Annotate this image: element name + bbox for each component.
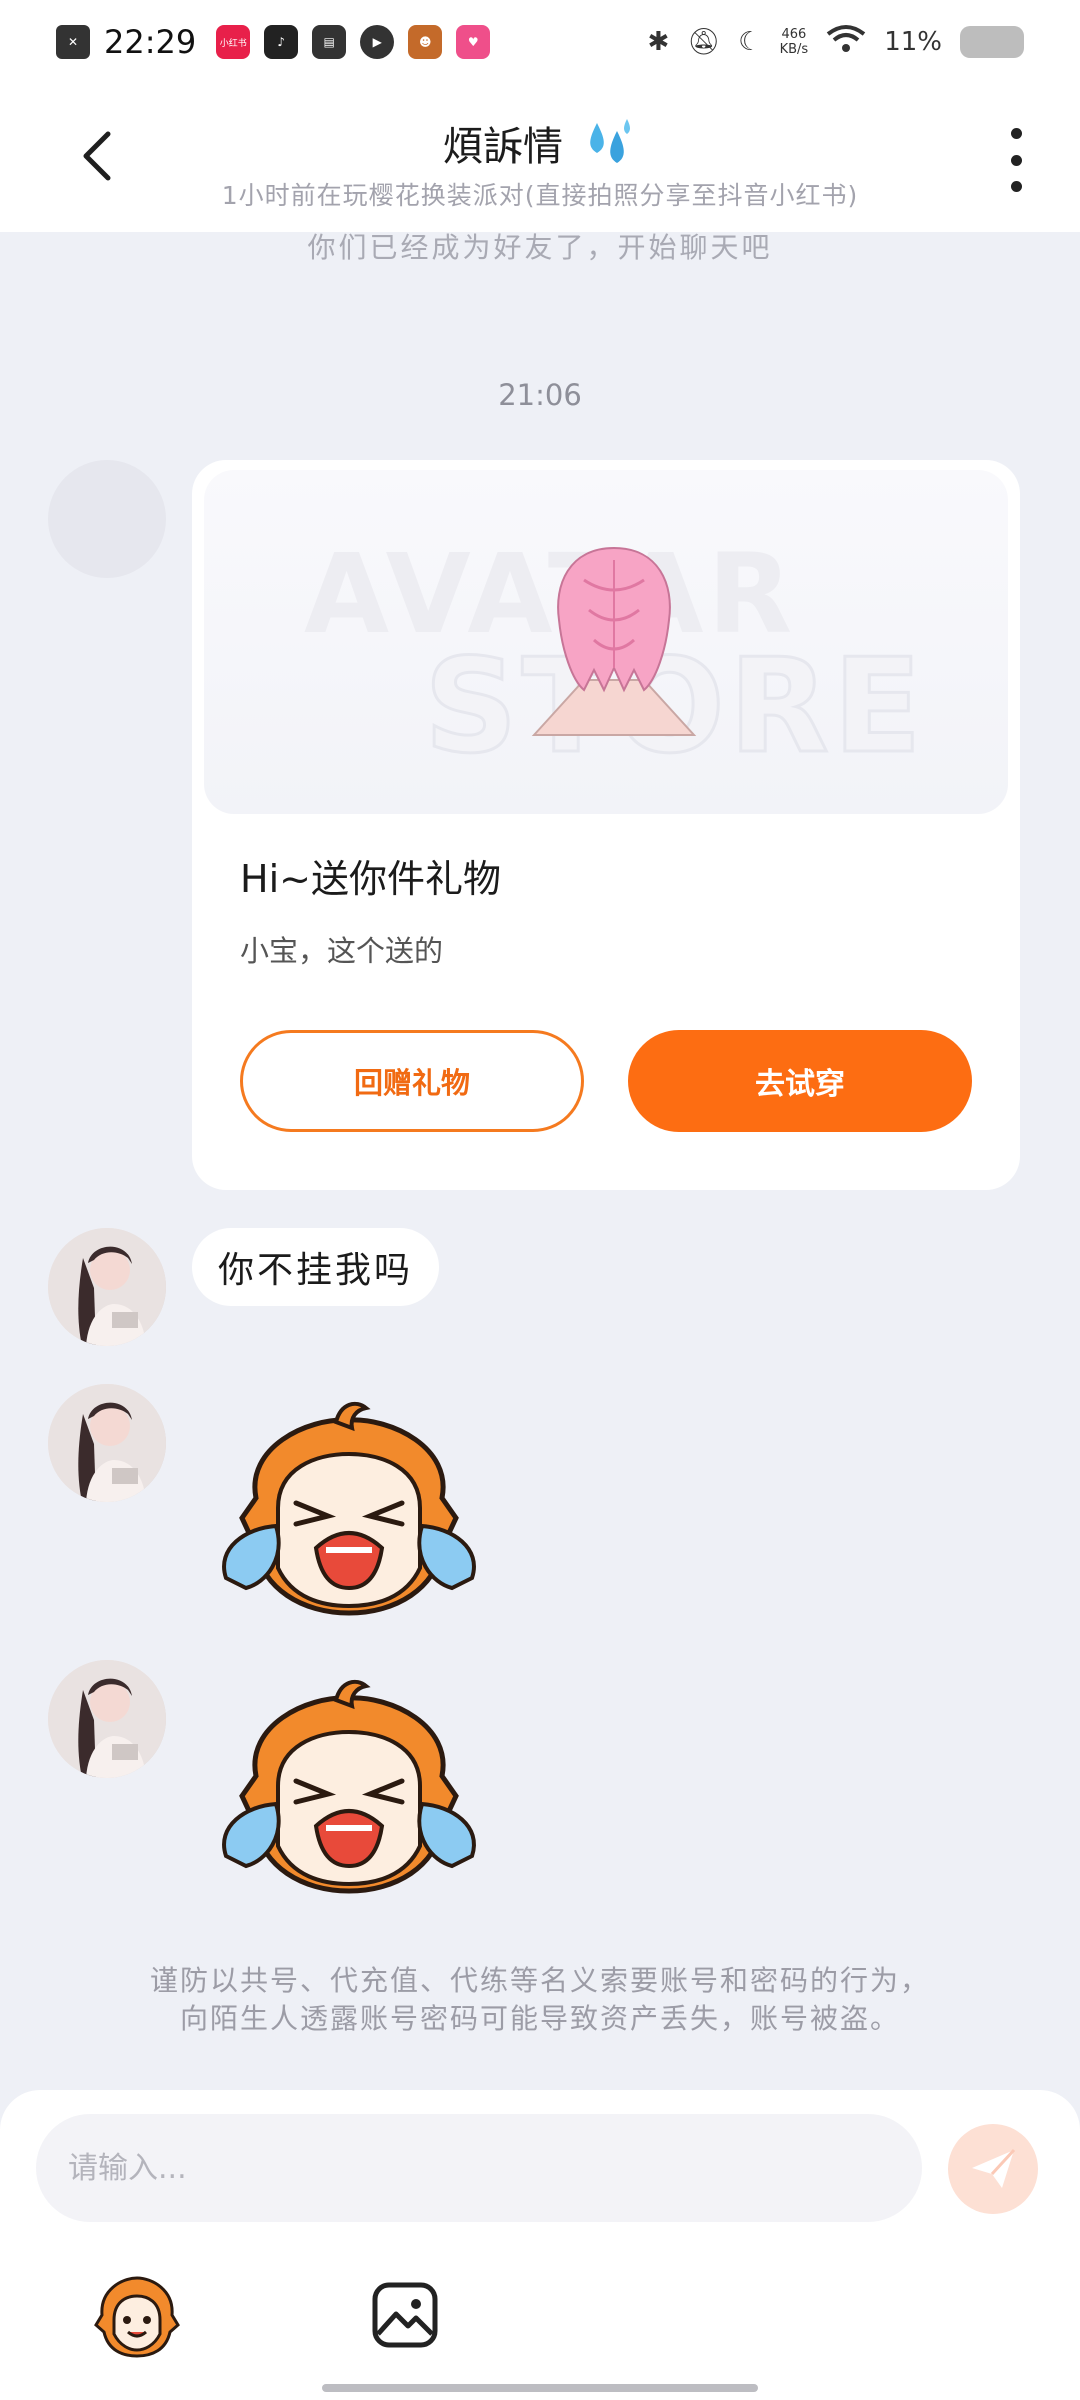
- security-notice: 谨防以共号、代充值、代练等名义索要账号和密码的行为， 向陌生人透露账号密码可能导…: [0, 1962, 1080, 2038]
- header-title-area: 煩訴情 1小时前在玩樱花换装派对(直接拍照分享至抖音小红书): [150, 114, 930, 212]
- crying-mascot-sticker[interactable]: [216, 1676, 482, 1916]
- message-timestamp: 21:06: [498, 378, 582, 412]
- message-input-bar: [0, 2090, 1080, 2400]
- friend-avatar[interactable]: [48, 1228, 166, 1346]
- close-notification-icon: ✕: [56, 25, 90, 59]
- xiaohongshu-app-icon: 小红书: [216, 25, 251, 59]
- back-button[interactable]: [68, 124, 128, 188]
- more-icon: [1010, 128, 1022, 139]
- page-title[interactable]: 煩訴情: [443, 114, 637, 172]
- friend-photo: [48, 1660, 166, 1778]
- message-input[interactable]: [36, 2114, 922, 2222]
- chat-bubble[interactable]: 你不挂我吗: [192, 1228, 440, 1306]
- mute-icon: 🔕︎: [687, 27, 721, 57]
- battery-level: 11%: [884, 27, 942, 57]
- my-avatar[interactable]: [48, 460, 166, 578]
- emoji-mascot-icon[interactable]: [92, 2270, 182, 2360]
- friend-photo: [48, 1384, 166, 1502]
- game-app-icon: ☻: [408, 25, 443, 59]
- system-message: 你们已经成为好友了，开始聊天吧: [307, 231, 773, 264]
- send-icon: [972, 2148, 1016, 2188]
- gift-title: Hi~送你件礼物: [240, 857, 501, 901]
- gift-image[interactable]: AVATAR STORE: [204, 470, 1008, 814]
- gift-description: 小宝，这个送的: [240, 934, 444, 968]
- more-icon-dot: [1010, 181, 1022, 192]
- message-text: 你不挂我吗: [218, 1250, 414, 1291]
- security-notice-line: 向陌生人透露账号密码可能导致资产丢失，账号被盗。: [179, 2002, 900, 2035]
- status-time: 22:29: [104, 23, 197, 61]
- image-icon[interactable]: [370, 2280, 440, 2350]
- app-badge-label: 小红书: [219, 38, 247, 49]
- gift-card: AVATAR STORE Hi~送你件礼物 小宝，这个送的 回赠礼物 去试穿: [192, 460, 1020, 1190]
- home-indicator[interactable]: [322, 2384, 758, 2392]
- wallet-app-icon: ▤: [312, 25, 347, 59]
- friend-photo: [48, 1228, 166, 1346]
- try-on-button[interactable]: 去试穿: [628, 1030, 972, 1132]
- video-app-icon: ▶: [360, 25, 395, 59]
- crying-mascot-sticker[interactable]: [216, 1398, 482, 1638]
- return-gift-button[interactable]: 回赠礼物: [240, 1030, 584, 1132]
- security-notice-line: 谨防以共号、代充值、代练等名义索要账号和密码的行为，: [149, 1964, 930, 1997]
- more-options-button[interactable]: [996, 128, 1036, 192]
- music-app-icon: ♪: [264, 25, 299, 59]
- battery-icon: [960, 26, 1024, 58]
- social-app-icon: ♥: [456, 25, 491, 59]
- more-icon-dot: [1010, 154, 1022, 166]
- status-bar: ✕ 22:29 小红书 ♪ ▤ ▶ ☻ ♥ ✱ 🔕︎ ☾ 466 KB/s 11%: [0, 0, 1080, 84]
- send-button[interactable]: [948, 2124, 1038, 2214]
- network-speed: 466 KB/s: [779, 27, 809, 57]
- contact-name: 煩訴情: [443, 124, 563, 170]
- friend-avatar[interactable]: [48, 1660, 166, 1778]
- moon-icon: ☾: [738, 27, 762, 57]
- wifi-icon: [826, 24, 866, 61]
- gift-hairstyle-figure: [531, 546, 697, 736]
- friend-avatar[interactable]: [48, 1384, 166, 1502]
- chat-header: 煩訴情 1小时前在玩樱花换装派对(直接拍照分享至抖音小红书): [0, 84, 1080, 232]
- water-drops-icon: [590, 119, 630, 163]
- back-icon: [83, 131, 111, 181]
- online-status: 1小时前在玩樱花换装派对(直接拍照分享至抖音小红书): [221, 181, 859, 210]
- bluetooth-icon: ✱: [647, 27, 670, 57]
